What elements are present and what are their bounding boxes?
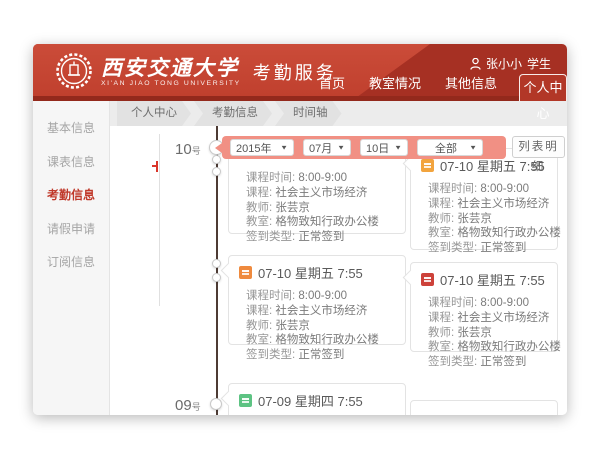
breadcrumb-attendance-info[interactable]: 考勤信息 [194,101,272,126]
nav-item-home[interactable]: 首页 [317,73,347,101]
course-time: 8:00-9:00 [480,183,529,195]
sign-type: 正常签到 [298,231,344,243]
timeline-node-small-2 [212,167,221,176]
attendance-card: 07-09 星期四 7:55 [228,383,406,415]
user-icon [470,58,481,70]
timeline-node-small-4 [212,273,221,282]
classroom-name: 格物致知行政办公楼 [275,216,379,228]
calendar-status-icon [421,159,434,172]
course-name: 社会主义市场经济 [275,187,367,199]
day-label-09[interactable]: 09号 [175,397,201,414]
timeline-node-small-1 [212,155,221,164]
sidebar-item-attendance-info[interactable]: 考勤信息 [33,186,109,203]
sidebar-item-leave-request[interactable]: 请假申请 [33,220,109,237]
day-label-10[interactable]: 10号 [175,141,201,158]
course-name: 社会主义市场经济 [457,198,549,210]
date-filter-bar: 2015年 ▼ 07月 ▼ 10日 ▼ 全部 ▼ [222,136,506,159]
calendar-status-icon [239,394,252,407]
chevron-down-icon: ▼ [394,144,402,151]
attendance-card: 07-10 星期五 7:55 课程时间: 8:00-9:00 课程: 社会主义市… [410,262,558,352]
university-logo: 西安交通大学 XI'AN JIAO TONG UNIVERSITY 考勤服务 [55,52,337,90]
nav-tab-personal-center[interactable]: 个人中心 [519,74,567,101]
card-title: 07-09 星期四 7:55 [258,391,363,410]
course-time: 8:00-9:00 [480,297,529,309]
sign-type: 正常签到 [480,242,526,254]
university-logo-icon [55,52,93,90]
calendar-status-icon [421,273,434,286]
sidebar-item-basic-info[interactable]: 基本信息 [33,119,109,136]
month-select[interactable]: 07月 ▼ [303,139,351,156]
classroom-name: 格物致知行政办公楼 [275,334,379,346]
main-nav: 首页 教室情况 其他信息 个人中心 [317,73,567,101]
attendance-card: 课程时间: 8:00-9:00 课程: 社会主义市场经济 教师: 张芸京 教室:… [228,146,406,234]
card-title: 07-10 星期五 7:55 [440,270,545,289]
teacher-name: 张芸京 [275,320,310,332]
user-account[interactable]: 张小小 学生 [470,55,551,72]
chevron-down-icon: ▼ [337,144,345,151]
attendance-card: 07-10 星期五 7:55 课程时间: 8:00-9:00 课程: 社会主义市… [228,255,406,345]
scale-divider [159,134,160,306]
classroom-name: 格物致知行政办公楼 [457,341,561,353]
timeline-node-day09 [210,398,222,410]
breadcrumb-personal-center[interactable]: 个人中心 [117,101,191,126]
course-time: 8:00-9:00 [298,172,347,184]
university-name-en: XI'AN JIAO TONG UNIVERSITY [101,80,241,87]
sidebar: 基本信息 课表信息 考勤信息 请假申请 订阅信息 [33,101,110,415]
attendance-card [410,400,558,415]
app-window: 西安交通大学 XI'AN JIAO TONG UNIVERSITY 考勤服务 张… [33,44,567,415]
timeline-panel: 2015 7月 6月 5月 3月 2月 1月 2014 2013 10号 09号 [110,126,567,415]
university-name-cn: 西安交通大学 [101,56,241,80]
sidebar-item-subscription-info[interactable]: 订阅信息 [33,253,109,270]
sign-type: 正常签到 [298,349,344,361]
type-select[interactable]: 全部 ▼ [417,139,483,156]
user-name: 张小小 [486,55,522,72]
sign-type: 正常签到 [480,356,526,368]
year-select[interactable]: 2015年 ▼ [230,139,294,156]
user-role: 学生 [527,55,551,72]
app-header: 西安交通大学 XI'AN JIAO TONG UNIVERSITY 考勤服务 张… [33,44,567,101]
course-name: 社会主义市场经济 [275,305,367,317]
course-name: 社会主义市场经济 [457,312,549,324]
card-title: 07-10 星期五 7:55 [258,263,363,282]
nav-item-classrooms[interactable]: 教室情况 [367,73,423,101]
classroom-name: 格物致知行政办公楼 [457,227,561,239]
breadcrumb: 个人中心 考勤信息 时间轴 [110,101,567,126]
day-select[interactable]: 10日 ▼ [360,139,408,156]
chevron-down-icon: ▼ [280,144,288,151]
teacher-name: 张芸京 [275,202,310,214]
nav-item-other-info[interactable]: 其他信息 [443,73,499,101]
breadcrumb-timeline[interactable]: 时间轴 [275,101,342,126]
calendar-status-icon [239,266,252,279]
current-month-marker [156,161,158,172]
chevron-down-icon: ▼ [469,144,477,151]
sidebar-item-schedule-info[interactable]: 课表信息 [33,153,109,170]
teacher-name: 张芸京 [457,327,492,339]
course-time: 8:00-9:00 [298,290,347,302]
timeline-node-small-3 [212,259,221,268]
teacher-name: 张芸京 [457,213,492,225]
list-detail-button[interactable]: 列表明细 [512,136,565,158]
